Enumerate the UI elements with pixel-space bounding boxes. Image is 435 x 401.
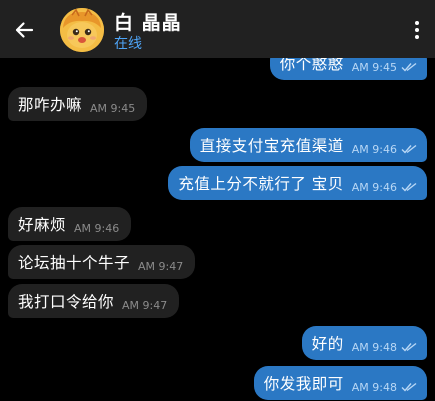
message-text: 论坛抽十个牛子: [18, 254, 131, 272]
cartoon-face-icon: [60, 8, 104, 52]
message-text: 你发我即可: [263, 375, 344, 393]
double-check-icon: [401, 144, 417, 154]
message-time: AM 9:47: [122, 299, 168, 312]
message-text: 直接支付宝充值渠道: [199, 137, 344, 155]
message-time: AM 9:46: [351, 181, 397, 194]
message-bubble-incoming[interactable]: 我打口令给你 AM 9:47: [8, 284, 180, 318]
online-status: 在线: [114, 36, 142, 52]
message-time: AM 9:48: [351, 381, 397, 394]
message-text: 充值上分不就行了 宝贝: [178, 175, 344, 193]
message-time: AM 9:45: [90, 102, 136, 115]
message-bubble-outgoing[interactable]: 直接支付宝充值渠道 AM 9:46: [189, 128, 427, 162]
double-check-icon: [401, 182, 417, 192]
message-bubble-outgoing[interactable]: 充值上分不就行了 宝贝 AM 9:46: [168, 166, 427, 200]
back-button[interactable]: [11, 17, 37, 43]
message-time: AM 9:47: [138, 260, 184, 273]
avatar[interactable]: [60, 8, 104, 52]
double-check-icon: [401, 382, 417, 392]
message-bubble-outgoing[interactable]: 你发我即可 AM 9:48: [253, 366, 427, 400]
more-vertical-icon: [415, 21, 419, 25]
message-time: AM 9:46: [74, 222, 120, 235]
message-bubble-incoming[interactable]: 论坛抽十个牛子 AM 9:47: [8, 245, 196, 279]
double-check-icon: [401, 342, 417, 352]
arrow-left-icon: [15, 22, 34, 38]
chat-screen: 你个憨憨 AM 9:45 那咋办嘛 AM 9:45 直接支付宝充值渠道 AM 9…: [0, 0, 435, 401]
more-options-button[interactable]: [407, 18, 427, 42]
message-time: AM 9:45: [351, 61, 397, 74]
message-bubble-outgoing[interactable]: 好的 AM 9:48: [301, 326, 427, 360]
contact-name: 白 晶晶: [114, 12, 182, 34]
chat-header: 白 晶晶 在线: [0, 0, 435, 58]
message-text: 我打口令给你: [18, 293, 115, 311]
message-text: 那咋办嘛: [18, 96, 83, 114]
message-bubble-incoming[interactable]: 好麻烦 AM 9:46: [8, 207, 132, 241]
message-text: 好的: [311, 335, 344, 353]
message-bubble-incoming[interactable]: 那咋办嘛 AM 9:45: [8, 87, 148, 121]
message-time: AM 9:48: [351, 341, 397, 354]
message-time: AM 9:46: [351, 143, 397, 156]
double-check-icon: [401, 62, 417, 72]
message-text: 好麻烦: [18, 216, 67, 234]
